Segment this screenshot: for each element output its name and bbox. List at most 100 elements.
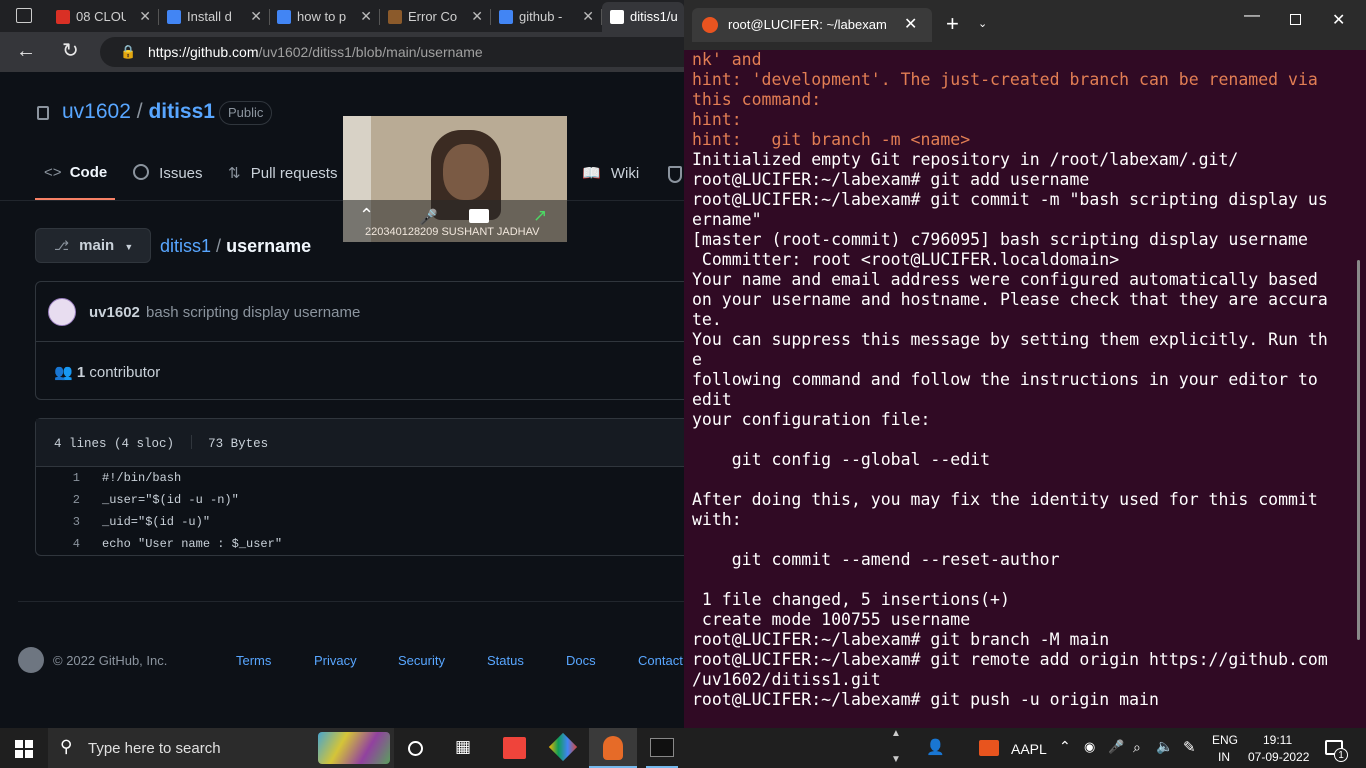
code-text: _user="$(id -u -n)" (102, 493, 239, 507)
pen-icon[interactable]: ✎ (1183, 738, 1196, 756)
footer-link-security[interactable]: Security (398, 653, 445, 668)
terminal-output[interactable]: nk' and hint: 'development'. The just-cre… (684, 50, 1366, 728)
terminal-line: Your name and email address were configu… (692, 270, 1318, 289)
footer-link-status[interactable]: Status (487, 653, 524, 668)
tab-dropdown-icon[interactable]: ⌄ (978, 17, 987, 30)
minimize-icon[interactable]: — (1244, 7, 1260, 25)
notification-count: 1 (1334, 748, 1348, 762)
windows-start-icon[interactable] (15, 740, 33, 758)
tab-code[interactable]: <> Code (44, 164, 107, 181)
avatar[interactable] (48, 298, 76, 326)
browser-tab[interactable]: github - ✕ (491, 2, 602, 32)
pdf-icon (56, 9, 70, 24)
scroll-up-icon[interactable]: ▲ (891, 728, 901, 739)
terminal-line: on your username and hostname. Please ch… (692, 290, 1328, 309)
volume-icon[interactable]: 🔈 (1156, 738, 1173, 755)
file-breadcrumb: ditiss1 / username (160, 236, 312, 256)
maximize-icon[interactable] (1290, 14, 1301, 25)
chevron-up-icon[interactable]: ⌃ (1059, 738, 1071, 755)
browser-tab[interactable]: Install d ✕ (159, 2, 270, 32)
language-indicator[interactable]: ENG (1212, 733, 1238, 747)
tab-actions-icon[interactable] (16, 8, 32, 23)
github-logo-icon[interactable] (18, 647, 44, 673)
terminal-line: hint: git branch -m <name> (692, 130, 971, 149)
file-info: 4 lines (4 sloc) 73 Bytes (54, 435, 268, 451)
latest-commit: uv1602 bash scripting display username (89, 304, 360, 321)
video-call-window[interactable]: ⌃ 🎤 ↗ 220340128209 SUSHANT JADHAV (343, 116, 567, 242)
people-icon[interactable]: 👤 (926, 738, 945, 756)
cortana-icon[interactable] (408, 741, 423, 756)
close-tab-icon[interactable]: ✕ (139, 2, 151, 30)
popout-icon[interactable]: ↗ (533, 206, 547, 226)
footer-link-terms[interactable]: Terms (236, 653, 271, 668)
clock-time[interactable]: 19:11 (1263, 733, 1292, 747)
close-tab-icon[interactable]: ✕ (471, 2, 483, 30)
chevron-up-icon[interactable]: ⌃ (359, 205, 374, 226)
repo-name-link[interactable]: ditiss1 (148, 100, 215, 123)
close-window-icon[interactable]: ✕ (1332, 10, 1345, 30)
video-call-app-icon[interactable] (603, 736, 623, 760)
line-number[interactable]: 3 (36, 511, 80, 533)
terminal-line: ername" (692, 210, 762, 229)
tab-issues[interactable]: Issues (133, 164, 203, 182)
close-tab-icon[interactable]: ✕ (360, 2, 372, 30)
close-tab-icon[interactable]: ✕ (904, 14, 917, 34)
microphone-icon[interactable]: 🎤 (1108, 739, 1124, 755)
file-size: 73 Bytes (208, 437, 269, 451)
task-view-icon[interactable]: ▦ (455, 737, 471, 757)
line-number[interactable]: 2 (36, 489, 80, 511)
people-icon: 👥 (54, 364, 73, 381)
close-tab-icon[interactable]: ✕ (250, 2, 262, 30)
footer-link-docs[interactable]: Docs (566, 653, 596, 668)
commit-author[interactable]: uv1602 (89, 304, 140, 321)
address-bar[interactable]: 🔒 https://github.com/uv1602/ditiss1/blob… (100, 37, 690, 67)
browser-tab[interactable]: ditiss1/u (602, 2, 684, 32)
breadcrumb-repo-link[interactable]: ditiss1 (160, 236, 211, 256)
webcam-icon[interactable]: ◉ (1084, 739, 1095, 755)
browser-tab-title: github - (519, 8, 563, 24)
code-icon: <> (44, 164, 62, 181)
browser-tab-title: ditiss1/u (630, 8, 678, 24)
wifi-icon[interactable]: ⌕ (1133, 739, 1141, 756)
tab-wiki[interactable]: 📖 Wiki (582, 164, 639, 182)
browser-tab[interactable]: 08 CLOU ✕ (48, 2, 159, 32)
browser-tab[interactable]: how to p ✕ (269, 2, 380, 32)
security-shield-icon[interactable] (668, 166, 682, 183)
visibility-badge: Public (219, 101, 273, 125)
back-icon[interactable]: ← (16, 40, 36, 63)
lock-icon[interactable]: 🔒 (120, 37, 136, 67)
anydesk-app-icon[interactable] (503, 737, 526, 759)
camera-icon[interactable] (469, 209, 489, 223)
book-icon: 📖 (582, 165, 601, 182)
search-icon (499, 9, 513, 24)
app-icon-colorful[interactable] (548, 732, 578, 762)
scroll-down-icon[interactable]: ▼ (891, 754, 901, 765)
browser-tab[interactable]: Error Co ✕ (380, 2, 491, 32)
footer-link-contact[interactable]: Contact (638, 653, 683, 668)
repo-title: uv1602 / ditiss1 (62, 100, 215, 124)
line-number[interactable]: 1 (36, 467, 80, 489)
mic-muted-icon[interactable]: 🎤 (419, 208, 438, 226)
branch-name: main (79, 237, 115, 254)
commit-message[interactable]: bash scripting display username (146, 304, 360, 321)
terminal-line: root@LUCIFER:~/labexam# git remote add o… (692, 650, 1328, 669)
reload-icon[interactable]: ↻ (62, 38, 79, 63)
terminal-scrollbar[interactable] (1357, 260, 1360, 640)
search-icon (167, 9, 181, 24)
footer-link-privacy[interactable]: Privacy (314, 653, 357, 668)
participant-caption: 220340128209 SUSHANT JADHAV (365, 226, 540, 238)
new-tab-icon[interactable]: + (946, 11, 959, 37)
terminal-app-icon[interactable] (650, 738, 674, 757)
url-path: /uv1602/ditiss1/blob/main/username (258, 44, 483, 60)
close-tab-icon[interactable]: ✕ (582, 2, 594, 30)
github-icon (610, 9, 624, 24)
browser-tab-title: 08 CLOU (76, 8, 126, 24)
line-number[interactable]: 4 (36, 533, 80, 555)
region-indicator: IN (1218, 750, 1230, 764)
page-icon (388, 9, 402, 24)
contributors[interactable]: 👥 1 contributor (54, 363, 160, 381)
tab-pull-requests[interactable]: ⇅ Pull requests (228, 164, 337, 182)
stock-ticker[interactable]: AAPL (1011, 741, 1047, 757)
repo-owner-link[interactable]: uv1602 (62, 100, 131, 123)
branch-selector[interactable]: ⎇ main ▼ (35, 228, 151, 263)
